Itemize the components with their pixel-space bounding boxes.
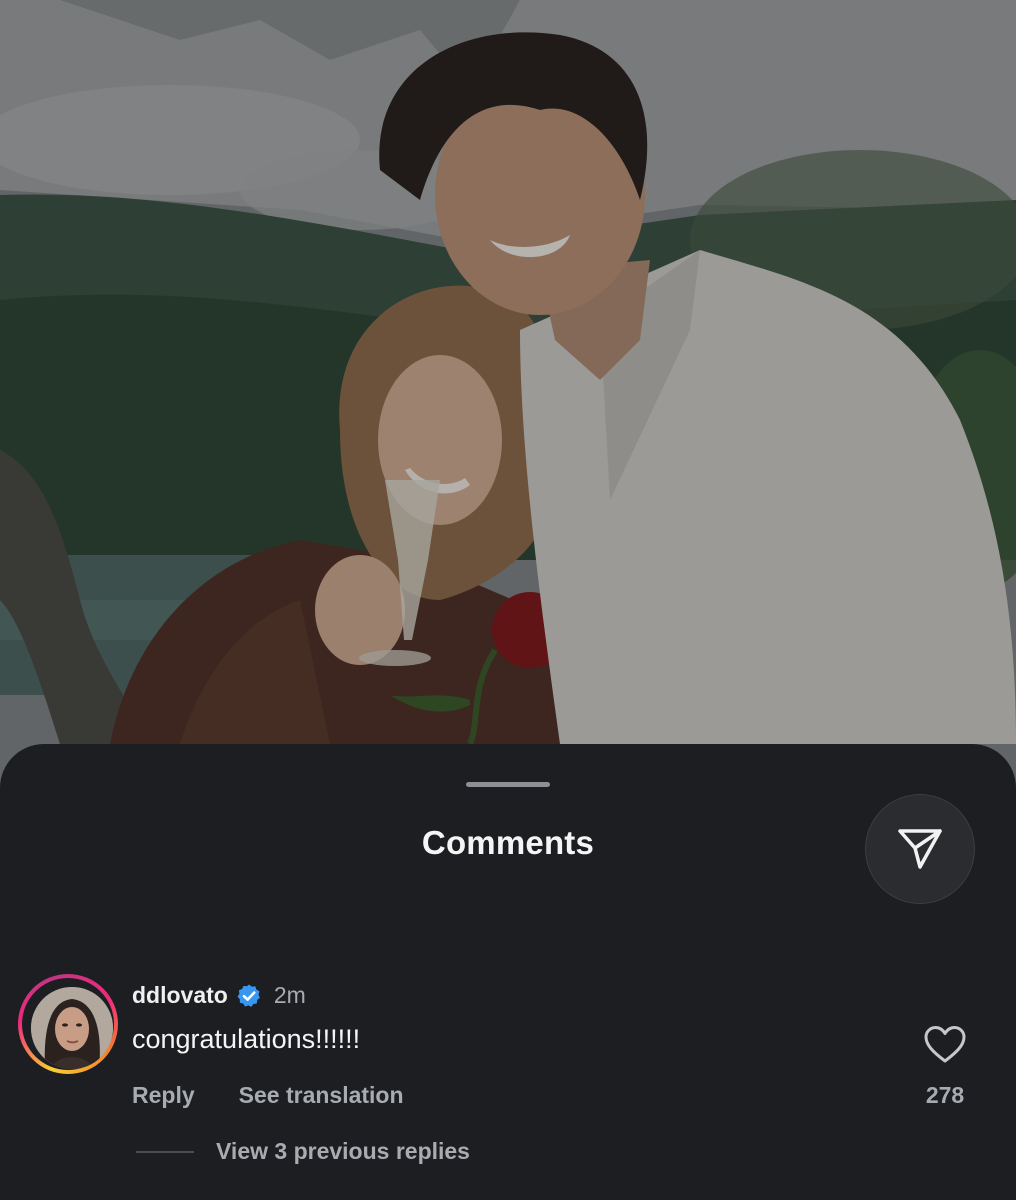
see-translation-button[interactable]: See translation [239,1082,404,1109]
avatar-portrait [31,987,113,1069]
paper-plane-icon [898,829,942,869]
post-photo [0,0,1016,800]
verified-badge-icon [237,984,260,1007]
heart-outline-icon[interactable] [923,1024,967,1064]
screen: Comments ddlovato 2m congratulations!!!!… [0,0,1016,1200]
comment-username[interactable]: ddlovato [132,982,228,1009]
comments-sheet: Comments ddlovato 2m congratulations!!!!… [0,744,1016,1200]
avatar-story-ring[interactable] [18,974,118,1074]
view-replies-label: View 3 previous replies [216,1138,470,1164]
avatar [31,987,113,1069]
comment-text: congratulations!!!!!! [132,1024,361,1054]
view-replies-button[interactable]: View 3 previous replies [136,1138,470,1165]
comment-timestamp: 2m [273,982,306,1008]
replies-divider [136,1150,194,1153]
sheet-title: Comments [421,824,595,861]
comment-header: ddlovato 2m [132,982,306,1009]
sheet-grabber[interactable] [466,782,550,787]
share-button[interactable] [865,794,975,904]
post-photo-illustration [0,0,1016,800]
like-count: 278 [925,1082,965,1108]
reply-button[interactable]: Reply [132,1082,195,1109]
comment-actions: Reply See translation [132,1082,404,1109]
